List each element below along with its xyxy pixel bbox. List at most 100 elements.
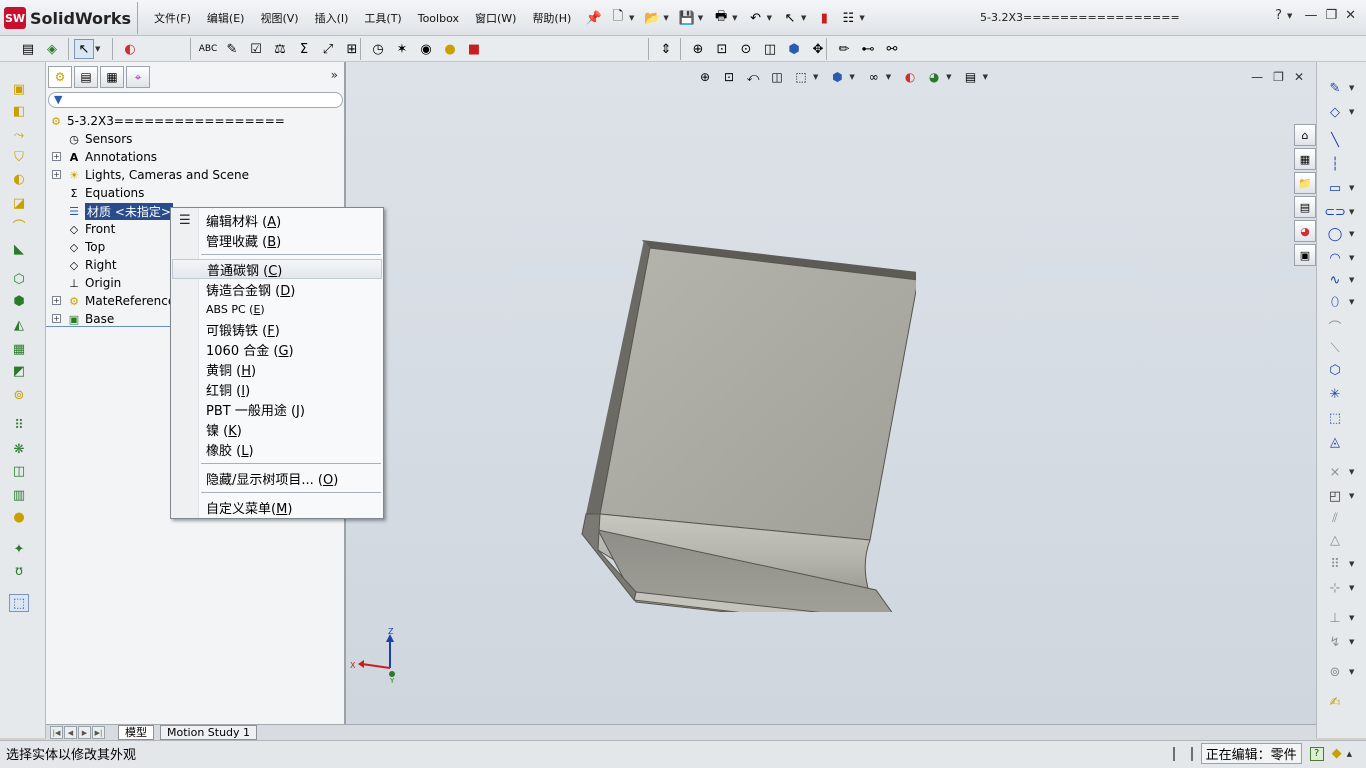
chamfer-icon[interactable]: ◣ — [9, 240, 29, 258]
trim-icon[interactable]: ⨯ — [1325, 462, 1345, 482]
menu-item-malleable-iron[interactable]: 可锻铸铁 (F) — [172, 319, 382, 339]
menu-item-customize-menu[interactable]: 自定义菜单(M) — [172, 497, 382, 517]
menu-item-1060-alloy[interactable]: 1060 合金 (G) — [172, 339, 382, 359]
sphere-icon[interactable]: ● — [9, 508, 29, 526]
chevron-down-icon[interactable]: ▼ — [1349, 638, 1354, 646]
menu-file[interactable]: 文件(F) — [146, 10, 199, 28]
chevron-down-icon[interactable]: ▼ — [1349, 108, 1354, 116]
rib-icon[interactable]: ⬢ — [9, 292, 29, 310]
menu-view[interactable]: 视图(V) — [252, 10, 306, 28]
appearances-icon[interactable]: ◕ — [1294, 220, 1316, 242]
chevron-down-icon[interactable]: ▼ — [983, 73, 988, 81]
menu-item-hide-show-tree-items[interactable]: 隐藏/显示树项目... (O) — [172, 468, 382, 488]
menu-item-rubber[interactable]: 橡胶 (L) — [172, 439, 382, 459]
check-icon[interactable]: ☑ — [246, 39, 266, 59]
view-palette-icon[interactable]: ▤ — [1294, 196, 1316, 218]
expand-panel-icon[interactable]: » — [331, 68, 338, 82]
linear-sketch-pattern-icon[interactable]: ⠿ — [1325, 554, 1345, 574]
revolve-icon[interactable]: ◧ — [9, 102, 29, 120]
tree-item-top-plane[interactable]: ◇ Top — [66, 238, 105, 256]
feature-tree-tab-icon[interactable]: ⚙ — [48, 66, 72, 88]
spell-check-icon[interactable]: ABC — [198, 39, 218, 59]
restore-icon[interactable]: ❐ — [1273, 70, 1284, 84]
extrude-icon[interactable]: ▣ — [9, 80, 29, 98]
tree-root[interactable]: ⚙ 5-3.2X3================= — [48, 112, 285, 130]
hole-icon[interactable]: ▦ — [9, 340, 29, 358]
menu-item-edit-material[interactable]: ☰ 编辑材料 (A) — [172, 210, 382, 230]
design-check-icon[interactable]: ● — [440, 39, 460, 59]
minimize-icon[interactable]: — — [1304, 8, 1317, 23]
menu-help[interactable]: 帮助(H) — [524, 10, 579, 28]
view-orientation-icon[interactable]: ◫ — [760, 39, 780, 59]
zoom-to-area-icon[interactable]: ⊡ — [720, 68, 738, 86]
draft-icon[interactable]: ◭ — [9, 316, 29, 334]
menu-insert[interactable]: 插入(I) — [307, 10, 357, 28]
chevron-down-icon[interactable]: ▼ — [886, 73, 891, 81]
chevron-down-icon[interactable]: ▼ — [1287, 12, 1292, 20]
chevron-down-icon[interactable]: ▼ — [1349, 84, 1354, 92]
chevron-down-icon[interactable]: ▼ — [1349, 492, 1354, 500]
open-folder-icon[interactable]: 📂 — [642, 8, 662, 28]
menu-item-cast-alloy-steel[interactable]: 铸造合金钢 (D) — [172, 279, 382, 299]
menu-tools[interactable]: 工具(T) — [356, 10, 409, 28]
line-icon[interactable]: ╲ — [1325, 130, 1345, 150]
view-settings-icon[interactable]: ▤ — [962, 68, 980, 86]
arc-icon[interactable]: ◠ — [1325, 248, 1345, 268]
next-tab-icon[interactable]: ▶ — [78, 726, 91, 739]
smart-dimension-icon[interactable]: ◇ — [1325, 102, 1345, 122]
configuration-manager-tab-icon[interactable]: ▦ — [100, 66, 124, 88]
menu-item-manage-favorites[interactable]: 管理收藏 (B) — [172, 230, 382, 250]
chevron-down-icon[interactable]: ▼ — [1349, 560, 1354, 568]
chevron-down-icon[interactable]: ▼ — [1349, 254, 1354, 262]
undo-icon[interactable]: ↶ — [746, 8, 766, 28]
close-icon[interactable]: ✕ — [1294, 70, 1304, 84]
chevron-down-icon[interactable]: ▼ — [1349, 230, 1354, 238]
restore-icon[interactable]: ❐ — [1325, 8, 1337, 23]
zoom-area-icon[interactable]: ⊡ — [712, 39, 732, 59]
sweep-icon[interactable]: ⤳ — [9, 126, 29, 144]
save-icon[interactable]: 💾 — [677, 8, 697, 28]
menu-item-brass[interactable]: 黄铜 (H) — [172, 359, 382, 379]
new-document-icon[interactable]: 🗋 — [608, 8, 628, 28]
tab-motion-study[interactable]: Motion Study 1 — [160, 725, 258, 740]
help-icon[interactable]: ? — [1275, 8, 1282, 23]
zoom-in-out-icon[interactable]: ⊙ — [736, 39, 756, 59]
rebuild-icon[interactable]: ▮ — [814, 8, 834, 28]
display-relations-icon[interactable]: ⊥ — [1325, 608, 1345, 628]
tree-item-annotations[interactable]: + A Annotations — [52, 148, 157, 166]
sum-icon[interactable]: Σ — [294, 39, 314, 59]
measure-icon[interactable]: ⤢ — [318, 39, 338, 59]
close-icon[interactable]: ✕ — [1345, 8, 1356, 23]
menu-window[interactable]: 窗口(W) — [467, 10, 524, 28]
tree-filter-input[interactable]: ▼ — [48, 92, 343, 108]
expand-plus-icon[interactable]: + — [52, 170, 61, 179]
menu-edit[interactable]: 编辑(E) — [199, 10, 253, 28]
circular-pattern-icon[interactable]: ❋ — [9, 440, 29, 458]
first-tab-icon[interactable]: |◀ — [50, 726, 63, 739]
repair-sketch-icon[interactable]: ↯ — [1325, 632, 1345, 652]
chevron-down-icon[interactable]: ▼ — [1349, 584, 1354, 592]
tree-item-equations[interactable]: Σ Equations — [66, 184, 145, 202]
print-icon[interactable]: 🖶 — [711, 8, 731, 28]
slot-icon[interactable]: ⊂⊃ — [1324, 202, 1346, 222]
offset-icon[interactable]: ⫽ — [1325, 508, 1345, 528]
chevron-down-icon[interactable]: ▼ — [663, 14, 668, 22]
chevron-down-icon[interactable]: ▼ — [698, 14, 703, 22]
chevron-down-icon[interactable]: ▼ — [813, 73, 818, 81]
minimize-icon[interactable]: — — [1251, 70, 1263, 84]
menu-item-plain-carbon-steel[interactable]: 普通碳钢 (C) — [172, 259, 382, 279]
units-icon[interactable]: ⚯ — [882, 39, 902, 59]
dimxpert-tab-icon[interactable]: ⌖ — [126, 66, 150, 88]
tree-item-origin[interactable]: ⊥ Origin — [66, 274, 121, 292]
tree-item-material[interactable]: ☰ 材质 <未指定> — [66, 202, 173, 220]
appearance-icon[interactable]: ◐ — [120, 39, 140, 59]
orientation-icon[interactable]: ⇕ — [656, 39, 676, 59]
tree-item-front-plane[interactable]: ◇ Front — [66, 220, 116, 238]
chevron-down-icon[interactable]: ▼ — [1349, 298, 1354, 306]
sketch-icon[interactable]: ✎ — [1325, 78, 1345, 98]
menu-item-abs-pc[interactable]: ABS PC (E) — [172, 299, 382, 319]
expand-plus-icon[interactable]: + — [52, 152, 61, 161]
tab-model[interactable]: 模型 — [118, 725, 154, 740]
cut-icon[interactable]: ◪ — [9, 194, 29, 212]
prev-tab-icon[interactable]: ◀ — [64, 726, 77, 739]
